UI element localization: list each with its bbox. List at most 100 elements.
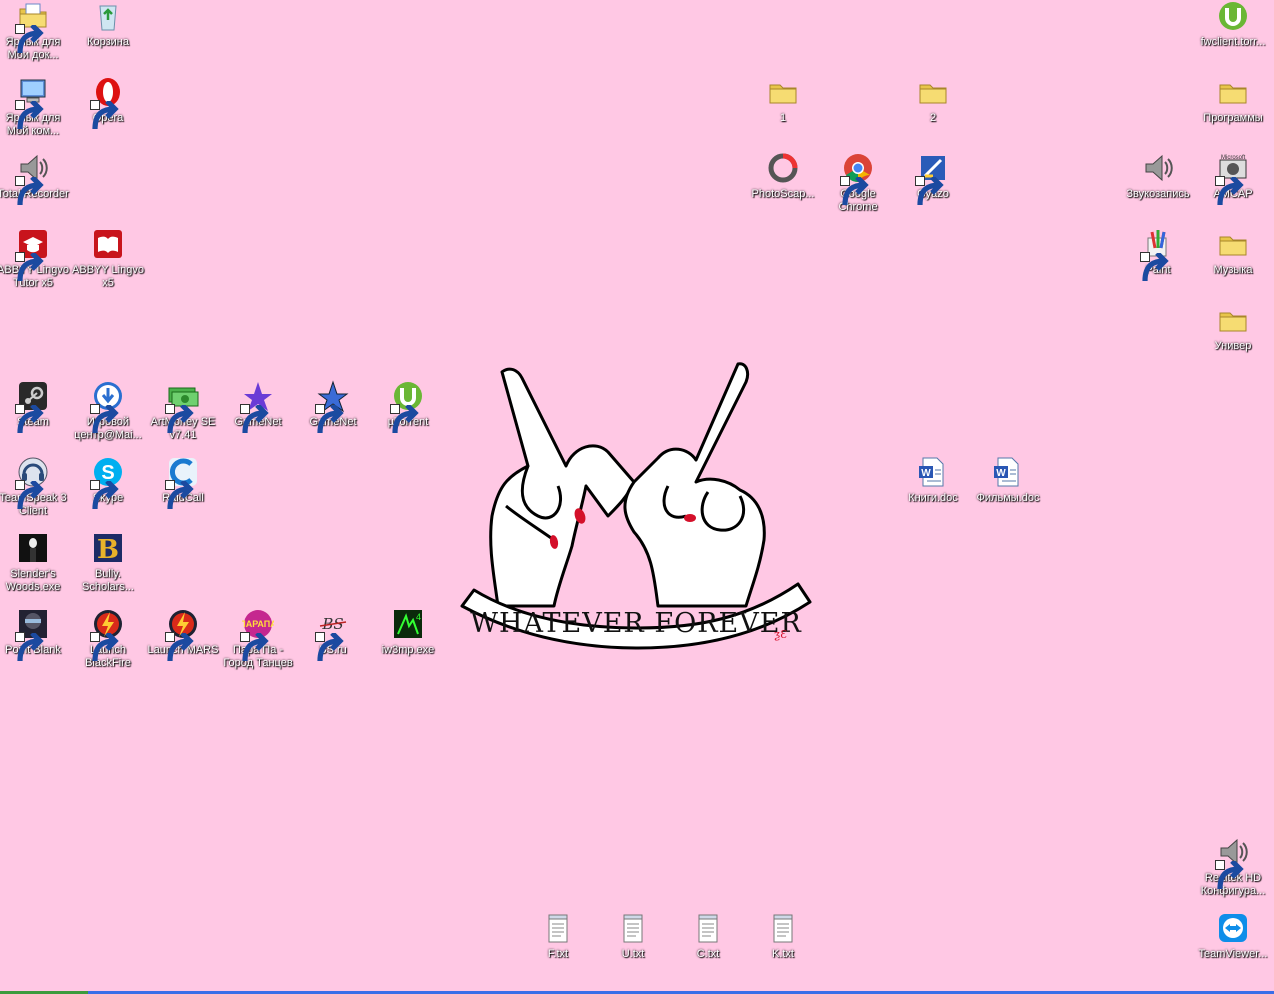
- desktop-icon-label: TeamViewer...: [1198, 948, 1268, 960]
- speaker-icon: [1142, 152, 1174, 184]
- desktop-icon-u-txt[interactable]: U.txt: [595, 912, 671, 961]
- desktop-icon-f-txt[interactable]: F.txt: [520, 912, 596, 961]
- desktop-icon-label: Музыка: [1213, 264, 1253, 276]
- desktop-icon-folder-1[interactable]: 1: [745, 76, 821, 125]
- recycle-bin-icon: [92, 0, 124, 32]
- desktop-icon-abbyy-tutor[interactable]: ABBYY Lingvo Tutor x5: [0, 228, 71, 290]
- shortcut-arrow-icon: [315, 404, 344, 434]
- text-file-icon: [767, 912, 799, 944]
- desktop-icon-label: C.txt: [696, 948, 720, 960]
- desktop-icon-para-pa[interactable]: ПАРАПА Пара Па - Город Танцев: [220, 608, 296, 670]
- wallpaper-hands-illustration: WHATEVER FOREVER ƺƐ: [460, 362, 812, 650]
- desktop-icon-bs-ru[interactable]: BS BS.ru: [295, 608, 371, 662]
- desktop-icon-label: 1: [779, 112, 787, 124]
- desktop-icon-recycle-bin[interactable]: Корзина: [70, 0, 146, 49]
- steam-icon: [15, 380, 49, 434]
- desktop-icon-opera[interactable]: Opera: [70, 76, 146, 130]
- desktop-icon-point-blank[interactable]: Point Blank: [0, 608, 71, 662]
- photoscape-icon: [767, 152, 799, 184]
- shortcut-arrow-icon: [15, 100, 44, 130]
- svg-text:W: W: [996, 468, 1006, 479]
- desktop-icon-amcap[interactable]: Microsoft AMCAP: [1195, 152, 1271, 206]
- speaker-icon: [1215, 836, 1249, 890]
- opera-icon: [90, 76, 124, 130]
- shortcut-arrow-icon: [15, 480, 44, 510]
- desktop-icon-folder-music[interactable]: Музыка: [1195, 228, 1271, 277]
- computer-icon: [15, 76, 49, 130]
- desktop-icon-launch-blackfire[interactable]: Launch BlackFire: [70, 608, 146, 670]
- desktop-icon-label: ABBYY Lingvo x5: [72, 264, 144, 289]
- graduation-cap-icon: [15, 228, 49, 282]
- shortcut-arrow-icon: [315, 632, 344, 662]
- folder-docs-icon: [15, 0, 49, 54]
- desktop-icon-google-chrome[interactable]: Google Chrome: [820, 152, 896, 214]
- desktop-icon-k-txt[interactable]: K.txt: [745, 912, 821, 961]
- utorrent-icon: [390, 380, 424, 434]
- camera-icon: Microsoft: [1215, 152, 1249, 206]
- desktop-icon-gamenet-2[interactable]: GameNet: [295, 380, 371, 434]
- desktop-icon-gamenet-1[interactable]: GameNet: [220, 380, 296, 434]
- desktop-icon-paint[interactable]: Paint: [1120, 228, 1196, 282]
- utorrent-icon: [1217, 0, 1249, 32]
- word-doc-icon: W: [992, 456, 1024, 488]
- desktop-icon-c-txt[interactable]: C.txt: [670, 912, 746, 961]
- desktop-icon-folder-programs[interactable]: Программы: [1195, 76, 1271, 125]
- desktop-icon-game-center[interactable]: Игровой центр@Mai...: [70, 380, 146, 442]
- shortcut-arrow-icon: [240, 404, 269, 434]
- folder-icon: [767, 76, 799, 108]
- shortcut-arrow-icon: [15, 252, 44, 282]
- desktop-icon-folder-univer[interactable]: Универ: [1195, 304, 1271, 353]
- desktop-icon-abbyy-lingvo[interactable]: ABBYY Lingvo x5: [70, 228, 146, 290]
- desktop-icon-sound-recorder[interactable]: Звукозапись: [1120, 152, 1196, 201]
- svg-text:Microsoft: Microsoft: [1221, 155, 1246, 161]
- desktop-icon-my-computer-shortcut[interactable]: Ярлык для Мой ком...: [0, 76, 71, 138]
- desktop-icon-label: Bully. Scholars...: [82, 568, 134, 593]
- desktop-icon-label: PhotoScap...: [751, 188, 815, 200]
- skype-icon: S: [90, 456, 124, 510]
- desktop-icon-realtek-hd[interactable]: Realtek HD Конфигура...: [1195, 836, 1271, 898]
- desktop-icon-raidcall[interactable]: RaidCall: [145, 456, 221, 510]
- svg-text:W: W: [921, 468, 931, 479]
- desktop-icon-total-recorder[interactable]: Total Recorder: [0, 152, 71, 206]
- desktop-icon-photoscape[interactable]: PhotoScap...: [745, 152, 821, 201]
- shortcut-arrow-icon: [15, 24, 44, 54]
- desktop-icon-folder-2[interactable]: 2: [895, 76, 971, 125]
- shortcut-arrow-icon: [90, 480, 119, 510]
- desktop-icon-slenders-woods[interactable]: Slender's Woods.exe: [0, 532, 71, 594]
- speaker-icon: [15, 152, 49, 206]
- desktop-icon-my-docs-shortcut[interactable]: Ярлык для Мои док...: [0, 0, 71, 62]
- dance-icon: ПАРАПА: [240, 608, 274, 662]
- text-file-icon: [692, 912, 724, 944]
- desktop-icon-iw3mp[interactable]: 4 iw3mp.exe: [370, 608, 446, 657]
- shortcut-arrow-icon: [165, 632, 194, 662]
- shortcut-arrow-icon: [1215, 176, 1244, 206]
- desktop-icon-label: Универ: [1214, 340, 1252, 352]
- desktop-icon-films-doc[interactable]: W Фильмы.doc: [970, 456, 1046, 505]
- desktop-icon-books-doc[interactable]: W Книги.doc: [895, 456, 971, 505]
- desktop-icon-label: Корзина: [87, 36, 129, 48]
- folder-icon: [1217, 76, 1249, 108]
- text-file-icon: [542, 912, 574, 944]
- teamviewer-icon: [1217, 912, 1249, 944]
- soldier-icon: [15, 608, 49, 662]
- bs-icon: BS: [315, 608, 349, 662]
- shortcut-arrow-icon: [15, 176, 44, 206]
- folder-icon: [1217, 228, 1249, 260]
- shortcut-arrow-icon: [1140, 252, 1169, 282]
- desktop-icon-launch-mars[interactable]: Launch MARS: [145, 608, 221, 662]
- bully-icon: B: [92, 532, 124, 564]
- desktop-icon-utorrent[interactable]: µTorrent: [370, 380, 446, 434]
- shortcut-arrow-icon: [840, 176, 869, 206]
- desktop-icon-fwclient-torrent[interactable]: fwclient.torr...: [1195, 0, 1271, 49]
- desktop-icon-teamviewer[interactable]: TeamViewer...: [1195, 912, 1271, 961]
- desktop-icon-bully[interactable]: B Bully. Scholars...: [70, 532, 146, 594]
- lightning-icon: [90, 608, 124, 662]
- desktop-icon-skype[interactable]: S Skype: [70, 456, 146, 510]
- shortcut-arrow-icon: [390, 404, 419, 434]
- desktop-icon-steam[interactable]: Steam: [0, 380, 71, 434]
- desktop-icon-artmoney[interactable]: ArtMoney SE v7.41: [145, 380, 221, 442]
- desktop-icon-gyazo[interactable]: Gyazo: [895, 152, 971, 206]
- shortcut-arrow-icon: [915, 176, 944, 206]
- money-icon: [165, 380, 199, 434]
- desktop-icon-teamspeak[interactable]: TeamSpeak 3 Client: [0, 456, 71, 518]
